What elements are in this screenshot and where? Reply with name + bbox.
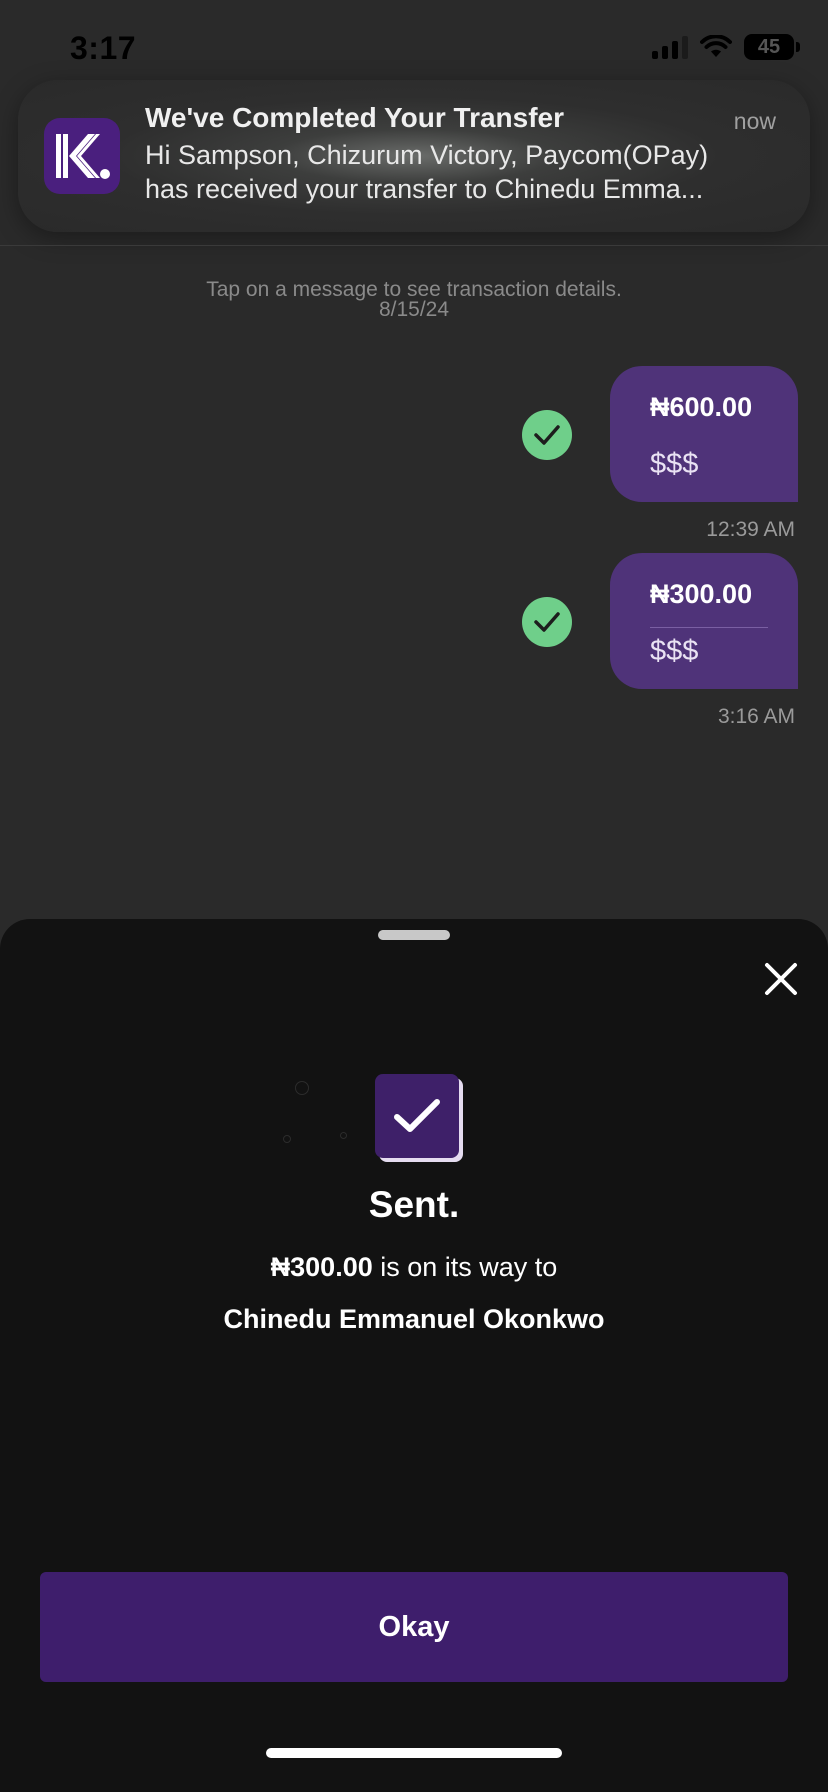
notification-body: Hi Sampson, Chizurum Victory, Paycom(OPa… (145, 138, 775, 206)
close-icon (765, 963, 797, 995)
battery-icon: 45 (744, 34, 800, 60)
message-note: $$$ (650, 635, 699, 667)
check-circle-icon (522, 410, 572, 460)
notification-time: now (733, 108, 776, 134)
header-divider (0, 245, 828, 246)
confirmation-sheet: Sent. ₦300.00 is on its way to Chinedu E… (0, 919, 828, 1792)
message-time: 12:39 AM (706, 518, 795, 541)
battery-level: 45 (757, 35, 781, 58)
wifi-icon (700, 35, 732, 57)
status-time: 3:17 (70, 30, 137, 66)
notification-body-line1: Hi Sampson, Chizurum Victory, Paycom(OPa… (145, 140, 709, 170)
transfer-summary: ₦300.00 is on its way to (0, 1252, 828, 1283)
message-bubble[interactable]: ₦300.00 $$$ (610, 553, 798, 689)
app-logo-icon (44, 118, 120, 194)
recipient-name: Chinedu Emmanuel Okonkwo (223, 1304, 605, 1334)
notification-banner[interactable]: We've Completed Your Transfer now Hi Sam… (18, 80, 810, 232)
notification-title: We've Completed Your Transfer (145, 102, 565, 133)
notification-body-line2: has received your transfer to Chinedu Em… (145, 174, 704, 204)
message-bubble[interactable]: ₦600.00 $$$ (610, 366, 798, 502)
sent-title: Sent. (368, 1184, 460, 1225)
confetti-dot (283, 1135, 291, 1143)
check-circle-icon (522, 597, 572, 647)
signal-icon (652, 35, 688, 59)
confetti-dot (340, 1132, 347, 1139)
close-button[interactable] (758, 956, 804, 1002)
confetti-dot (295, 1081, 309, 1095)
status-icons: 45 (652, 34, 800, 60)
message-separator (650, 627, 768, 628)
message-amount: ₦300.00 (650, 579, 753, 609)
success-check-icon (375, 1074, 459, 1158)
transfer-message: is on its way to (372, 1252, 558, 1282)
okay-button[interactable]: Okay (40, 1572, 788, 1682)
message-note: $$$ (650, 448, 699, 480)
transfer-amount: ₦300.00 (270, 1252, 373, 1282)
message-amount: ₦600.00 (650, 392, 753, 422)
home-indicator[interactable] (266, 1748, 562, 1758)
chat-date: 8/15/24 (378, 298, 450, 321)
message-time: 3:16 AM (717, 705, 795, 728)
sheet-grabber[interactable] (378, 930, 450, 940)
